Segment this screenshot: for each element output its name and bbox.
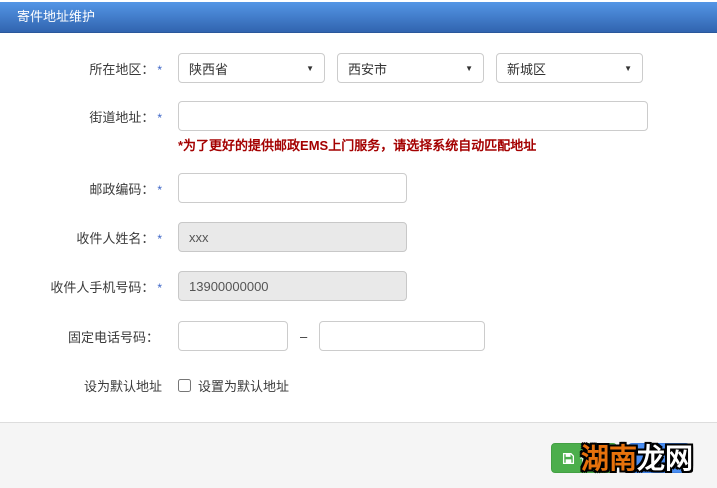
receiver-name-row: 收件人姓名： * (0, 222, 407, 252)
receiver-mobile-row: 收件人手机号码： * (0, 271, 407, 301)
city-select-value: 西安市 (348, 61, 388, 77)
fixed-phone-row: 固定电话号码： – (0, 321, 486, 351)
required-mark: * (157, 280, 162, 295)
footer-bar: 保存 (0, 423, 717, 488)
ems-address-hint: *为了更好的提供邮政EMS上门服务，请选择系统自动匹配地址 (178, 138, 537, 153)
province-select-value: 陕西省 (189, 61, 229, 77)
region-selects: 陕西省 ▼ 西安市 ▼ 新城区 ▼ (178, 53, 643, 83)
required-mark: * (157, 231, 162, 246)
default-address-row: 设为默认地址 设置为默认地址 (0, 377, 290, 394)
panel-header: 寄件地址维护 (0, 2, 717, 33)
phone-separator: – (300, 328, 308, 344)
required-mark: * (157, 182, 162, 197)
required-mark: * (157, 110, 162, 125)
receiver-mobile-label: 收件人手机号码： * (50, 279, 162, 295)
phone-number-input[interactable] (319, 321, 486, 351)
city-select[interactable]: 西安市 ▼ (337, 53, 484, 83)
postcode-label: 邮政编码： * (89, 181, 162, 197)
street-row: 街道地址： * (0, 101, 648, 131)
region-label: 所在地区： * (89, 61, 162, 77)
district-select[interactable]: 新城区 ▼ (496, 53, 643, 83)
chevron-down-icon: ▼ (465, 63, 473, 73)
save-icon (562, 452, 575, 465)
save-button-label: 保存 (579, 451, 606, 467)
chevron-down-icon: ▼ (306, 63, 314, 73)
postcode-row: 邮政编码： * (0, 173, 407, 203)
receiver-name-input (178, 222, 407, 252)
chevron-down-icon: ▼ (624, 63, 632, 73)
district-select-value: 新城区 (507, 61, 547, 77)
street-address-input[interactable] (178, 101, 648, 131)
receiver-mobile-input (178, 271, 407, 301)
phone-area-code-input[interactable] (178, 321, 288, 351)
region-row: 所在地区： * 陕西省 ▼ 西安市 ▼ 新城区 ▼ (0, 53, 643, 83)
default-address-checkbox[interactable] (178, 378, 191, 392)
save-button[interactable]: 保存 (551, 443, 617, 473)
back-button[interactable] (628, 443, 690, 473)
receiver-name-label: 收件人姓名： * (76, 230, 162, 246)
default-address-checkbox-label: 设置为默认地址 (198, 378, 290, 394)
default-address-label: 设为默认地址 (83, 378, 162, 394)
street-label: 街道地址： * (89, 109, 162, 125)
province-select[interactable]: 陕西省 ▼ (178, 53, 325, 83)
required-mark: * (157, 62, 162, 77)
fixed-phone-label: 固定电话号码： (67, 329, 159, 345)
postcode-input[interactable] (178, 173, 407, 203)
page-title: 寄件地址维护 (17, 9, 96, 24)
